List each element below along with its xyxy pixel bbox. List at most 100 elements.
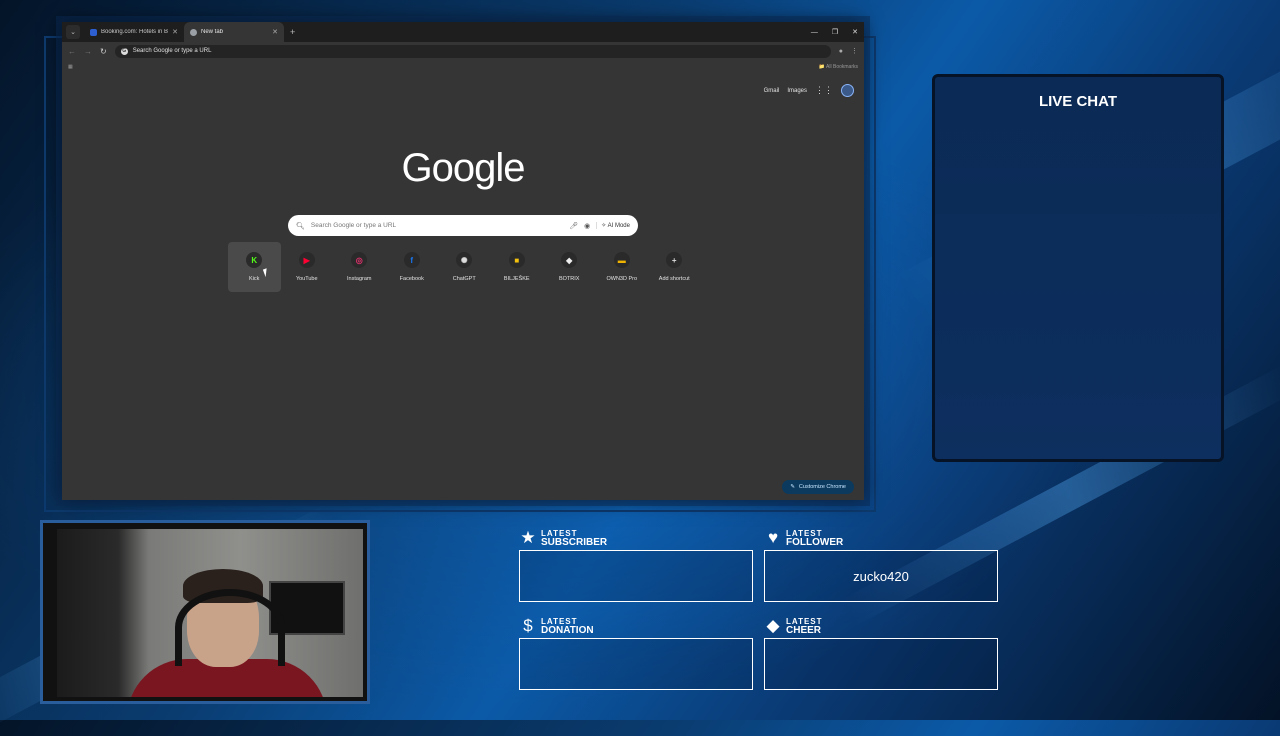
shortcut-label: OWN3D Pro xyxy=(606,276,638,282)
latest-donation-icon: $ xyxy=(523,616,533,635)
tab-strip: ⌄ Booking.com: Hotels in Banja L ✕ New t… xyxy=(62,22,864,42)
widget-title-big: DONATION xyxy=(541,625,594,636)
shortcut-label: BOTRIX xyxy=(559,276,580,282)
lens-icon[interactable]: ◉ xyxy=(584,222,590,230)
live-chat-panel: LIVE CHAT xyxy=(932,74,1224,462)
shortcut-icon: f xyxy=(403,252,420,268)
apps-grid-icon[interactable]: ▦ xyxy=(68,64,73,70)
all-bookmarks-button[interactable]: 📁 All Bookmarks xyxy=(819,64,858,70)
customize-chrome-label: Customize Chrome xyxy=(798,484,846,490)
shortcut-label: Facebook xyxy=(399,276,424,282)
shortcut-icon: ▶ xyxy=(298,252,315,268)
live-chat-title: LIVE CHAT xyxy=(1038,93,1118,110)
widget-value-box xyxy=(764,638,998,690)
shortcut-icon: ◆ xyxy=(561,252,578,268)
widget-header: ♥ LATEST FOLLOWER xyxy=(764,528,998,548)
widget-title-big: CHEER xyxy=(786,625,822,636)
tab-title: New tab xyxy=(201,29,224,35)
widget-title: LATEST DONATION xyxy=(541,617,594,636)
latest-subscriber-icon: ★ xyxy=(520,528,536,547)
widget-title: LATEST FOLLOWER xyxy=(786,529,844,548)
account-avatar[interactable] xyxy=(841,84,854,97)
restore-icon[interactable]: ❐ xyxy=(832,28,838,36)
close-window-icon[interactable]: ✕ xyxy=(852,28,858,36)
shortcut-facebook[interactable]: f Facebook xyxy=(386,242,439,292)
shortcut-icon: ◎ xyxy=(351,252,368,268)
shortcut-icon: + xyxy=(666,252,683,268)
google-apps-icon[interactable]: ⋮⋮ xyxy=(815,85,833,96)
shortcut-kick[interactable]: K Kick xyxy=(228,242,281,292)
minimize-icon[interactable]: — xyxy=(811,29,818,36)
google-g-icon: G xyxy=(120,47,128,55)
ai-mode-label: AI Mode xyxy=(607,223,630,229)
latest-subscriber-widget: ★ LATEST SUBSCRIBER xyxy=(519,528,753,602)
webcam-feed xyxy=(57,529,363,697)
latest-cheer-widget: ◆ LATEST CHEER xyxy=(764,616,998,690)
shortcut-own3d-pro[interactable]: ▬ OWN3D Pro xyxy=(596,242,649,292)
widget-header: ◆ LATEST CHEER xyxy=(764,616,998,636)
widget-header: ★ LATEST SUBSCRIBER xyxy=(519,528,753,548)
shortcut-icon: ▬ xyxy=(613,252,630,268)
google-logo: Google xyxy=(401,146,526,190)
bookmarks-bar: ▦ 📁 All Bookmarks xyxy=(62,60,864,74)
gmail-link[interactable]: Gmail xyxy=(764,88,780,94)
shortcut-add-shortcut[interactable]: + Add shortcut xyxy=(648,242,701,292)
headphones xyxy=(175,589,285,666)
images-link[interactable]: Images xyxy=(787,88,807,94)
widget-value-box xyxy=(519,550,753,602)
customize-chrome-button[interactable]: ✎ Customize Chrome xyxy=(782,480,854,494)
search-input[interactable]: Search Google or type a URL xyxy=(311,222,563,229)
address-bar[interactable]: G Search Google or type a URL xyxy=(114,44,831,58)
new-tab-page: Gmail Images ⋮⋮ Google 🔍︎ Search Google … xyxy=(62,74,864,500)
shortcut-icon: ■ xyxy=(508,252,525,268)
shortcut-label: Add shortcut xyxy=(658,276,690,282)
address-bar-text: Search Google or type a URL xyxy=(132,48,212,54)
shortcut-chatgpt[interactable]: ✺ ChatGPT xyxy=(438,242,491,292)
new-tab-button[interactable]: + xyxy=(290,27,295,37)
booking-favicon-icon xyxy=(90,28,97,36)
shortcut-label: BILJEŠKE xyxy=(503,276,530,282)
tab-booking[interactable]: Booking.com: Hotels in Banja L ✕ xyxy=(84,22,184,42)
shortcut-label: Instagram xyxy=(347,276,372,282)
ai-mode-button[interactable]: ✧ AI Mode xyxy=(596,222,630,229)
close-tab-icon[interactable]: ✕ xyxy=(172,28,178,36)
profile-icon[interactable]: ● xyxy=(839,48,843,55)
browser-window: ⌄ Booking.com: Hotels in Banja L ✕ New t… xyxy=(62,22,864,500)
widget-title-big: FOLLOWER xyxy=(786,537,844,548)
latest-follower-icon: ♥ xyxy=(767,528,779,547)
widget-header: $ LATEST DONATION xyxy=(519,616,753,636)
chrome-favicon-icon xyxy=(190,28,197,36)
tab-search-icon[interactable]: ⌄ xyxy=(66,25,80,39)
tab-title: Booking.com: Hotels in Banja L xyxy=(101,29,169,35)
shortcut-instagram[interactable]: ◎ Instagram xyxy=(333,242,386,292)
close-tab-icon[interactable]: ✕ xyxy=(272,28,278,36)
shortcut-label: Kick xyxy=(249,276,260,282)
reload-icon[interactable]: ↻ xyxy=(100,47,107,56)
widget-title-big: SUBSCRIBER xyxy=(541,537,608,548)
back-icon[interactable]: ← xyxy=(68,47,76,56)
shortcut-bilje-ke[interactable]: ■ BILJEŠKE xyxy=(491,242,544,292)
latest-donation-widget: $ LATEST DONATION xyxy=(519,616,753,690)
pencil-icon: ✎ xyxy=(790,484,795,490)
window-controls: — ❐ ✕ xyxy=(811,22,858,42)
search-box[interactable]: 🔍︎ Search Google or type a URL 🎤︎ ◉ ✧ AI… xyxy=(288,215,638,236)
shortcut-youtube[interactable]: ▶ YouTube xyxy=(281,242,334,292)
widget-value-box: zucko420 xyxy=(764,550,998,602)
all-bookmarks-label: All Bookmarks xyxy=(826,64,858,70)
voice-search-icon[interactable]: 🎤︎ xyxy=(569,222,578,230)
shortcut-icon: K xyxy=(246,252,263,268)
webcam-frame xyxy=(40,520,370,704)
shortcut-botrix[interactable]: ◆ BOTRIX xyxy=(543,242,596,292)
widget-title: LATEST SUBSCRIBER xyxy=(541,529,608,548)
widget-value-box xyxy=(519,638,753,690)
forward-icon[interactable]: → xyxy=(84,47,92,56)
menu-kebab-icon[interactable]: ⋮ xyxy=(851,47,858,55)
latest-cheer-icon: ◆ xyxy=(766,616,780,635)
shortcut-label: ChatGPT xyxy=(452,276,476,282)
top-links: Gmail Images ⋮⋮ xyxy=(764,84,854,97)
widget-title: LATEST CHEER xyxy=(786,617,823,636)
browser-toolbar: ← → ↻ G Search Google or type a URL ● ⋮ xyxy=(62,42,864,60)
tab-new-tab[interactable]: New tab ✕ xyxy=(184,22,284,42)
shortcut-label: YouTube xyxy=(295,276,318,282)
shortcut-icon: ✺ xyxy=(456,252,473,268)
